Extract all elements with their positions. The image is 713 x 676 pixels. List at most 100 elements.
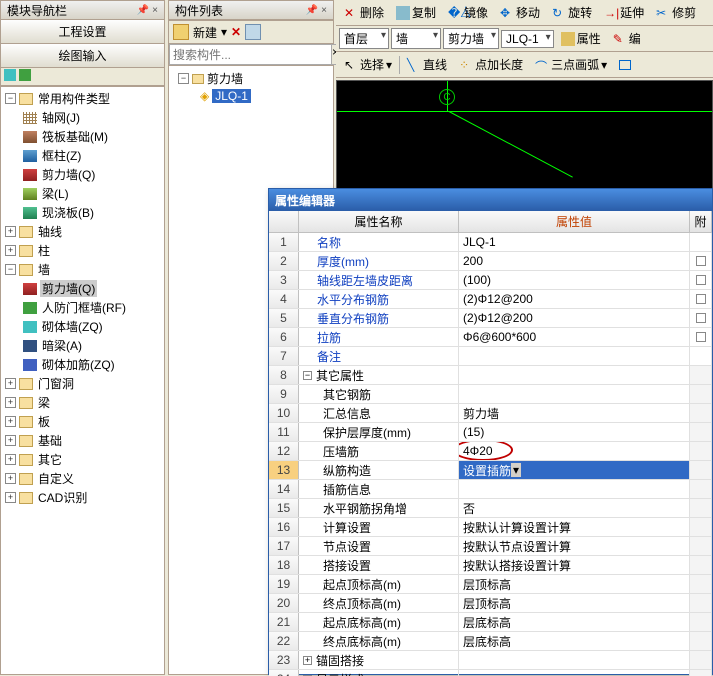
tree-item[interactable]: 轴网(J) [40,109,82,126]
tree-cat[interactable]: 板 [36,413,52,430]
property-ext[interactable] [690,366,712,384]
property-ext[interactable] [690,309,712,327]
property-row[interactable]: 15水平钢筋拐角增否 [269,499,712,518]
tree-item[interactable]: 梁(L) [40,185,71,202]
property-row[interactable]: 19起点顶标高(m)层顶标高 [269,575,712,594]
extend-button[interactable]: →|延伸 [599,1,649,24]
chevron-down-icon[interactable]: ▾ [386,58,392,72]
property-row[interactable]: 2厚度(mm)200 [269,252,712,271]
property-ext[interactable] [690,442,712,460]
property-value[interactable] [459,366,690,384]
property-row[interactable]: 21起点底标高(m)层底标高 [269,613,712,632]
property-ext[interactable] [690,233,712,251]
property-value[interactable] [459,347,690,365]
property-button[interactable]: 属性 [556,27,606,50]
tree-item[interactable]: 现浇板(B) [40,204,96,221]
tree-cat[interactable]: 自定义 [36,470,76,487]
link-icon[interactable] [4,69,16,81]
select-button[interactable]: ↖选择 ▾ [339,53,397,76]
copy-button[interactable]: 复制 [391,1,441,24]
tab-draw-input[interactable]: 绘图输入 [0,43,165,68]
type1-combo[interactable]: 墙 [391,28,441,49]
property-value[interactable]: 4Φ20 [459,442,690,460]
property-ext[interactable] [690,252,712,270]
pin-icon[interactable]: 📌 × [137,5,158,16]
tree-cat[interactable]: 其它 [36,451,64,468]
tree-item[interactable]: 砌体墙(ZQ) [40,318,105,335]
property-value[interactable]: 否 [459,499,690,517]
tree-root[interactable]: 常用构件类型 [36,90,112,107]
property-value[interactable]: 设置插筋 [459,461,690,479]
property-value[interactable]: 按默认计算设置计算 [459,518,690,536]
property-ext[interactable] [690,290,712,308]
collapse-icon[interactable]: − [5,93,16,104]
property-row[interactable]: 4水平分布钢筋(2)Φ12@200 [269,290,712,309]
expand-icon[interactable]: + [5,435,16,446]
property-ext[interactable] [690,670,712,676]
property-value[interactable]: 层底标高 [459,613,690,631]
pin-icon[interactable]: 📌 × [306,5,327,16]
property-ext[interactable] [690,499,712,517]
mid-tree-root[interactable]: 剪力墙 [207,70,243,87]
arc-button[interactable]: ⌒三点画弧 ▾ [530,53,612,76]
point-button[interactable]: ⁘点加长度 [454,53,528,76]
property-value[interactable]: 剪力墙 [459,404,690,422]
property-row[interactable]: 20终点顶标高(m)层顶标高 [269,594,712,613]
type2-combo[interactable]: 剪力墙 [443,28,499,49]
property-row[interactable]: 16计算设置按默认计算设置计算 [269,518,712,537]
property-row[interactable]: 5垂直分布钢筋(2)Φ12@200 [269,309,712,328]
property-row[interactable]: 1名称JLQ-1 [269,233,712,252]
collapse-icon[interactable]: − [178,73,189,84]
property-row[interactable]: 17节点设置按默认节点设置计算 [269,537,712,556]
property-value[interactable] [459,651,690,669]
expand-icon[interactable]: + [5,454,16,465]
property-row[interactable]: 24+显示样式 [269,670,712,676]
property-value[interactable]: 按默认节点设置计算 [459,537,690,555]
edit-button[interactable]: ✎编 [608,27,646,50]
property-ext[interactable] [690,537,712,555]
property-ext[interactable] [690,556,712,574]
dropdown-arrow-icon[interactable]: ▾ [221,25,227,39]
property-grid[interactable]: 1名称JLQ-12厚度(mm)2003轴线距左墙皮距离(100)4水平分布钢筋(… [269,233,712,676]
tree-item[interactable]: 剪力墙(Q) [40,166,97,183]
property-ext[interactable] [690,271,712,289]
expand-icon[interactable]: + [5,492,16,503]
property-ext[interactable] [690,613,712,631]
property-ext[interactable] [690,404,712,422]
drawing-canvas[interactable]: C [336,80,713,190]
tab-project-settings[interactable]: 工程设置 [0,19,165,44]
property-ext[interactable] [690,632,712,650]
property-value[interactable]: 按默认搭接设置计算 [459,556,690,574]
property-row[interactable]: 8−其它属性 [269,366,712,385]
tree-cat[interactable]: 柱 [36,242,52,259]
expand-icon[interactable]: + [5,473,16,484]
mid-tree-item-selected[interactable]: JLQ-1 [212,89,251,103]
tree-item-selected[interactable]: 剪力墙(Q) [40,280,97,297]
tree-cat[interactable]: 梁 [36,394,52,411]
property-ext[interactable] [690,575,712,593]
property-row[interactable]: 11保护层厚度(mm)(15) [269,423,712,442]
property-value[interactable] [459,385,690,403]
property-value[interactable] [459,670,690,676]
expand-icon[interactable]: + [5,416,16,427]
tree-cat-wall[interactable]: 墙 [36,261,52,278]
property-value[interactable]: Φ6@600*600 [459,328,690,346]
expand-icon[interactable]: + [5,378,16,389]
expand-icon[interactable]: + [5,397,16,408]
move-button[interactable]: ✥移动 [495,1,545,24]
rotate-button[interactable]: ↻旋转 [547,1,597,24]
collapse-icon[interactable]: − [5,264,16,275]
tree-item[interactable]: 框柱(Z) [40,147,83,164]
property-row[interactable]: 18搭接设置按默认搭接设置计算 [269,556,712,575]
mirror-button[interactable]: �⧊镜像 [443,1,493,24]
property-row[interactable]: 3轴线距左墙皮距离(100) [269,271,712,290]
delete-icon[interactable]: ✕ [231,25,241,39]
property-value[interactable] [459,480,690,498]
property-value[interactable]: (15) [459,423,690,441]
chevron-down-icon[interactable]: ▾ [601,58,607,72]
new-icon[interactable] [173,24,189,40]
new-button[interactable]: 新建 [193,24,217,41]
component-type-tree[interactable]: −常用构件类型 轴网(J) 筏板基础(M) 框柱(Z) 剪力墙(Q) 梁(L) … [0,86,165,675]
tree-item[interactable]: 人防门框墙(RF) [40,299,128,316]
property-row[interactable]: 22终点底标高(m)层底标高 [269,632,712,651]
